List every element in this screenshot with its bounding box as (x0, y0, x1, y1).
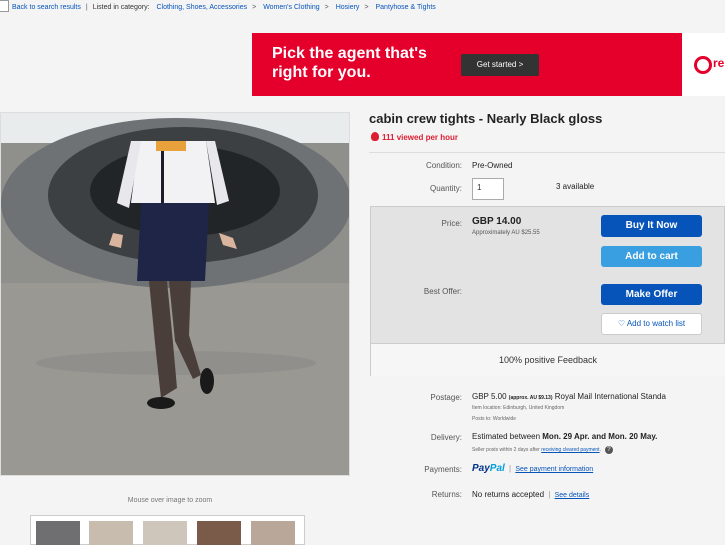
back-to-search-link[interactable]: Back to search results (12, 4, 81, 11)
postage-label: Postage: (430, 393, 462, 402)
ad-logo-text: re (713, 56, 725, 70)
thumbnail-strip (30, 515, 305, 545)
payments-label: Payments: (424, 465, 462, 474)
heart-icon: ♡ (617, 319, 626, 328)
thumbnail[interactable] (251, 521, 295, 545)
best-offer-label: Best Offer: (423, 287, 462, 296)
views-indicator: 111 viewed per hour (371, 132, 458, 142)
price-approx: Approximately AU $25.55 (472, 230, 540, 236)
quantity-input[interactable]: 1 (472, 178, 504, 200)
postage-approx: (approx. AU $9.13) (508, 395, 553, 401)
add-to-watch-list-button[interactable]: ♡ Add to watch list (601, 313, 702, 335)
thumbnail[interactable] (197, 521, 241, 545)
product-photo (1, 113, 351, 475)
ad-logo[interactable]: re (682, 33, 725, 96)
help-icon[interactable]: ? (604, 446, 613, 454)
breadcrumb-item-pantyhose[interactable]: Pantyhose & Tights (375, 4, 435, 11)
postage-line: GBP 5.00 (approx. AU $9.13) Royal Mail I… (472, 392, 666, 401)
thumbnail[interactable] (143, 521, 187, 545)
item-location: Item location: Edinburgh, United Kingdom (472, 405, 565, 411)
zoom-hint: Mouse over image to zoom (127, 497, 213, 504)
delivery-line: Estimated between Mon. 29 Apr. and Mon. … (472, 432, 657, 441)
available-count: 3 available (556, 182, 595, 191)
make-offer-button[interactable]: Make Offer (601, 284, 702, 305)
quantity-label: Quantity: (429, 184, 462, 193)
condition-value: Pre-Owned (472, 161, 513, 170)
seller-posts-line: Seller posts within 2 days after receivi… (472, 446, 613, 454)
product-main-image[interactable] (0, 112, 351, 476)
price-label: Price: (441, 219, 462, 228)
delivery-prefix: Estimated between (472, 432, 543, 441)
delivery-dates: Mon. 29 Apr. and Mon. 20 May. (542, 432, 658, 441)
views-text: 111 viewed per hour (382, 133, 459, 142)
ad-get-started-button[interactable]: Get started > (461, 54, 539, 76)
breadcrumb-separator: > (364, 4, 369, 11)
returns-line: No returns accepted | See details (472, 490, 590, 499)
returns-value: No returns accepted (472, 490, 545, 499)
breadcrumb-item-womens[interactable]: Women's Clothing (263, 4, 319, 11)
delivery-label: Delivery: (430, 433, 462, 442)
seller-posts-text: Seller posts within 2 days after (472, 447, 542, 453)
payments-line: PayPal | See payment information (472, 463, 594, 474)
listing-title: cabin crew tights - Nearly Black gloss (369, 111, 603, 126)
paypal-logo-pal: Pal (489, 463, 505, 474)
ad-banner[interactable]: Pick the agent that's right for you. Get… (252, 33, 682, 96)
thumbnail[interactable] (36, 521, 80, 545)
breadcrumb: Back to search results | Listed in categor… (0, 0, 725, 16)
breadcrumb-item-clothing[interactable]: Clothing, Shoes, Accessories (156, 4, 247, 11)
price-value: GBP 14.00 (472, 216, 522, 227)
thumbnail[interactable] (89, 521, 133, 545)
add-to-cart-button[interactable]: Add to cart (601, 246, 702, 267)
buy-it-now-button[interactable]: Buy It Now (601, 215, 702, 237)
breadcrumb-item-hosiery[interactable]: Hosiery (336, 4, 360, 11)
fire-icon (371, 132, 379, 141)
divider (369, 152, 725, 153)
seller-feedback[interactable]: 100% positive Feedback (371, 343, 725, 376)
condition-label: Condition: (425, 161, 462, 170)
cleared-payment-link[interactable]: receiving cleared payment (541, 447, 599, 453)
returns-label: Returns: (431, 490, 462, 499)
breadcrumb-separator: > (324, 4, 329, 11)
watch-label: Add to watch list (626, 319, 686, 328)
payment-info-link[interactable]: See payment information (515, 466, 593, 473)
listed-in-label: Listed in category: (92, 4, 150, 11)
see-details-link[interactable]: See details (555, 492, 590, 499)
agent-logo-icon (694, 56, 712, 74)
postage-service: Royal Mail International Standa (554, 392, 666, 401)
ad-headline: Pick the agent that's right for you. (272, 45, 427, 81)
breadcrumb-separator: > (252, 4, 257, 11)
posts-to: Posts to: Worldwide (472, 416, 517, 422)
postage-value: GBP 5.00 (472, 392, 507, 401)
back-arrow-icon[interactable] (0, 0, 9, 12)
paypal-logo-pay: Pay (472, 463, 490, 474)
paypal-logo: PayPal (472, 463, 505, 474)
